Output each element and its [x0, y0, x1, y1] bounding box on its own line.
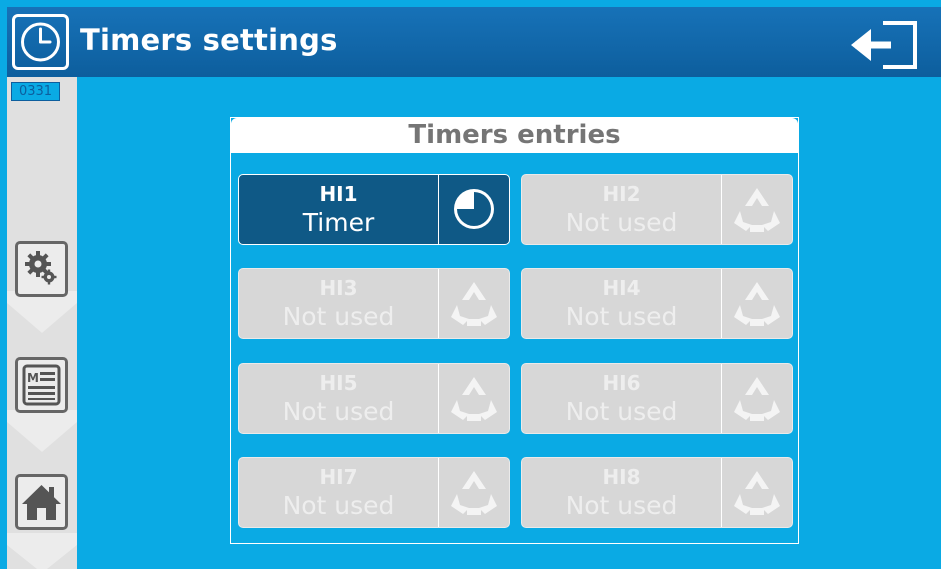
recycle-icon: [734, 377, 780, 421]
recycle-icon: [451, 471, 497, 515]
recycle-icon: [734, 282, 780, 326]
counter-display: 0331: [11, 82, 60, 101]
settings-button[interactable]: [15, 241, 68, 297]
entry-state: Timer: [302, 208, 375, 237]
entry-state: Not used: [565, 491, 678, 520]
panel-title: Timers entries: [408, 120, 621, 150]
entry-code: HI1: [319, 182, 358, 206]
clock-icon[interactable]: [12, 14, 69, 70]
entry-state: Not used: [282, 302, 395, 331]
recycle-icon: [451, 377, 497, 421]
home-icon: [22, 485, 61, 520]
entry-state: Not used: [565, 397, 678, 426]
gears-icon: [25, 251, 57, 285]
entry-hi4[interactable]: HI4 Not used: [521, 268, 793, 339]
menu-button[interactable]: M: [15, 357, 68, 413]
entry-code: HI5: [319, 371, 358, 395]
timer-pie-icon: [454, 189, 494, 229]
entry-hi3[interactable]: HI3 Not used: [238, 268, 510, 339]
svg-text:M: M: [27, 371, 39, 385]
entry-hi7[interactable]: HI7 Not used: [238, 457, 510, 528]
menu-list-icon: M: [22, 364, 61, 406]
panel-header: Timers entries: [231, 118, 798, 153]
entry-code: HI3: [319, 276, 358, 300]
header-bar: Timers settings: [7, 7, 941, 77]
entry-state: Not used: [565, 208, 678, 237]
timers-panel: Timers entries HI1 Timer HI2 Not used HI…: [230, 117, 799, 544]
entry-hi5[interactable]: HI5 Not used: [238, 363, 510, 434]
recycle-icon: [734, 471, 780, 515]
entry-code: HI4: [602, 276, 641, 300]
entry-hi2[interactable]: HI2 Not used: [521, 174, 793, 245]
chevron-divider: [7, 410, 77, 452]
recycle-icon: [734, 188, 780, 232]
app-window: Timers settings 0331 M Timers entries HI…: [0, 0, 941, 569]
entry-state: Not used: [282, 397, 395, 426]
entry-code: HI6: [602, 371, 641, 395]
entry-hi6[interactable]: HI6 Not used: [521, 363, 793, 434]
entry-code: HI2: [602, 182, 641, 206]
entry-code: HI8: [602, 465, 641, 489]
entry-hi1[interactable]: HI1 Timer: [238, 174, 510, 245]
entry-state: Not used: [282, 491, 395, 520]
entry-hi8[interactable]: HI8 Not used: [521, 457, 793, 528]
chevron-divider: [7, 291, 77, 333]
entry-state: Not used: [565, 302, 678, 331]
home-button[interactable]: [15, 474, 68, 530]
page-title: Timers settings: [80, 23, 338, 57]
entry-code: HI7: [319, 465, 358, 489]
sidebar: 0331 M: [7, 77, 77, 569]
exit-icon[interactable]: [849, 19, 929, 71]
recycle-icon: [451, 282, 497, 326]
chevron-divider: [7, 533, 77, 569]
